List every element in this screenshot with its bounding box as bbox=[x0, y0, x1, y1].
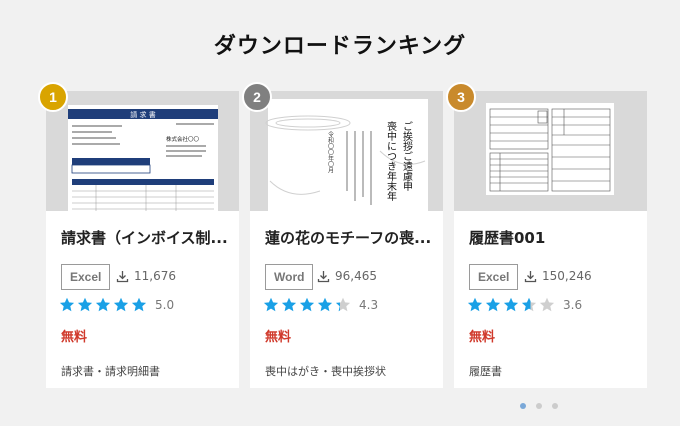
star-rating: 5.0 bbox=[59, 297, 174, 313]
carousel-dots bbox=[520, 403, 568, 409]
star-icon bbox=[263, 297, 279, 312]
star-icon bbox=[95, 297, 111, 312]
ranking-card-2[interactable]: 2 喪中につき年末年 ご挨拶ご遠慮申 令和〇〇年〇月 蓮の花のモチーフの喪...… bbox=[242, 82, 443, 388]
download-count: 150,246 bbox=[524, 269, 592, 283]
download-count-value: 150,246 bbox=[542, 269, 592, 283]
star-icon bbox=[131, 297, 147, 312]
format-badge: Word bbox=[265, 264, 314, 290]
carousel-dot[interactable] bbox=[536, 403, 542, 409]
rating-value: 3.6 bbox=[563, 298, 583, 312]
thumb-line-2: ご挨拶ご遠慮申 bbox=[401, 121, 413, 192]
thumb-date: 令和〇〇年〇月 bbox=[327, 130, 334, 174]
download-count-value: 11,676 bbox=[134, 269, 176, 283]
carousel-dot[interactable] bbox=[520, 403, 526, 409]
template-name[interactable]: 蓮の花のモチーフの喪... bbox=[265, 227, 435, 248]
section-title: ダウンロードランキング bbox=[213, 33, 467, 59]
ranking-card-3[interactable]: 3 履歴書001 Excel 150,246 3.6 無料 履歴書 bbox=[446, 82, 647, 388]
download-count: 96,465 bbox=[317, 269, 377, 283]
template-thumbnail[interactable] bbox=[454, 91, 647, 211]
rank-badge: 3 bbox=[446, 82, 476, 112]
category-label[interactable]: 履歴書 bbox=[469, 363, 502, 379]
star-icon bbox=[317, 297, 333, 312]
template-thumbnail[interactable]: 請 求 書 株式会社〇〇 bbox=[46, 91, 239, 211]
star-icon bbox=[467, 297, 483, 312]
rank-badge: 1 bbox=[38, 82, 68, 112]
price-label: 無料 bbox=[265, 330, 292, 345]
star-icon bbox=[77, 297, 93, 312]
price-label: 無料 bbox=[469, 330, 496, 345]
star-rating: 3.6 bbox=[467, 297, 582, 313]
rating-stars bbox=[59, 297, 149, 313]
resume-thumbnail-image bbox=[486, 103, 614, 195]
star-icon bbox=[299, 297, 315, 312]
category-label[interactable]: 請求書・請求明細書 bbox=[61, 363, 160, 379]
template-thumbnail[interactable]: 喪中につき年末年 ご挨拶ご遠慮申 令和〇〇年〇月 bbox=[250, 91, 443, 211]
invoice-thumbnail-image: 請 求 書 株式会社〇〇 bbox=[68, 105, 218, 211]
format-badge: Excel bbox=[61, 264, 111, 290]
rating-value: 4.3 bbox=[359, 298, 379, 312]
carousel-dot[interactable] bbox=[552, 403, 558, 409]
template-name[interactable]: 履歴書001 bbox=[469, 227, 639, 248]
rank-badge: 2 bbox=[242, 82, 272, 112]
download-count: 11,676 bbox=[116, 269, 176, 283]
download-icon bbox=[524, 270, 537, 282]
download-icon bbox=[116, 270, 129, 282]
thumb-company: 株式会社〇〇 bbox=[166, 135, 200, 143]
star-icon bbox=[59, 297, 75, 312]
rating-stars bbox=[263, 297, 353, 313]
mourning-card-thumbnail-image: 喪中につき年末年 ご挨拶ご遠慮申 令和〇〇年〇月 bbox=[265, 99, 428, 211]
star-icon bbox=[113, 297, 129, 312]
download-count-value: 96,465 bbox=[335, 269, 377, 283]
rating-stars bbox=[467, 297, 557, 313]
thumb-line-1: 喪中につき年末年 bbox=[385, 120, 397, 202]
rating-value: 5.0 bbox=[155, 298, 175, 312]
template-name[interactable]: 請求書（インボイス制... bbox=[61, 227, 231, 248]
category-label[interactable]: 喪中はがき・喪中挨拶状 bbox=[265, 363, 386, 379]
star-icon bbox=[281, 297, 297, 312]
price-label: 無料 bbox=[61, 330, 88, 345]
format-badge: Excel bbox=[469, 264, 519, 290]
star-icon bbox=[335, 297, 351, 312]
ranking-card-1[interactable]: 1 請 求 書 株式会社〇〇 請求書（インボイス制... Excel 11,67… bbox=[38, 82, 239, 388]
star-rating: 4.3 bbox=[263, 297, 378, 313]
thumb-heading: 請 求 書 bbox=[130, 110, 155, 119]
star-icon bbox=[539, 297, 555, 312]
download-icon bbox=[317, 270, 330, 282]
star-icon bbox=[485, 297, 501, 312]
star-icon bbox=[521, 297, 537, 312]
star-icon bbox=[503, 297, 519, 312]
